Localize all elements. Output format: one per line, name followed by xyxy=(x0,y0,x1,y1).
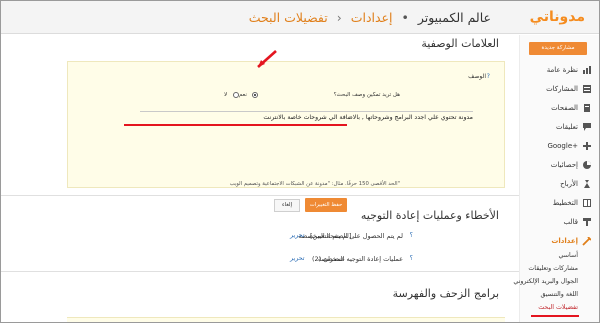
overview-icon xyxy=(582,66,591,75)
radio-no-label: لا xyxy=(224,92,228,98)
blogger-window: مدوناتي تفضيلات البحث › إعدادات • عالم ا… xyxy=(0,0,600,323)
description-help-text: الحد الأقصى 150 حرفًا. مثال: "مدونة عن ا… xyxy=(229,181,400,187)
crawlers-panel xyxy=(67,317,505,322)
errors-title: الأخطاء وعمليات إعادة التوجيه xyxy=(360,209,499,222)
top-bar: مدوناتي تفضيلات البحث › إعدادات • عالم ا… xyxy=(1,1,599,34)
meta-tags-panel: الوصف هل تريد تمكين وصف البحث؟ ? نعم لا … xyxy=(67,61,505,188)
sidebar-item-stats[interactable]: إحصائيات xyxy=(521,158,591,172)
radio-no[interactable] xyxy=(233,92,239,98)
settings-icon xyxy=(582,236,591,246)
sidebar-item-pages[interactable]: الصفحات xyxy=(521,101,591,115)
main-content: العلامات الوصفية الوصف هل تريد تمكين وصف… xyxy=(1,35,519,322)
sidebar-item-overview[interactable]: نظرة عامة xyxy=(521,63,591,77)
breadcrumb-settings[interactable]: إعدادات xyxy=(351,10,393,25)
custom-redirects-help-icon[interactable]: ؟ xyxy=(410,255,413,262)
layout-icon xyxy=(582,199,591,208)
earnings-icon xyxy=(582,180,591,189)
meta-tags-title: العلامات الوصفية xyxy=(421,37,499,50)
sidebar-item-template[interactable]: قالب xyxy=(521,215,591,229)
help-icon[interactable]: ? xyxy=(487,73,490,80)
save-changes-button[interactable]: حفظ التغييرات xyxy=(305,198,347,212)
sidebar-sub-mobile-email[interactable]: الجوال والبريد الإلكتروني xyxy=(513,278,578,285)
red-underline-annotation xyxy=(124,124,347,126)
enable-description-question: هل تريد تمكين وصف البحث؟ xyxy=(333,92,400,98)
sidebar-sub-posts-comments[interactable]: مشاركات وتعليقات xyxy=(528,265,578,272)
sidebar-sub-search-preferences[interactable]: تفضيلات البحث xyxy=(538,304,578,311)
custom-404-help-icon[interactable]: ؟ xyxy=(410,232,413,239)
red-arrow-annotation xyxy=(257,50,277,68)
breadcrumb-blog-name[interactable]: عالم الكمبيوتر xyxy=(418,10,491,25)
section-divider-crawlers xyxy=(1,271,519,272)
breadcrumb-separator: › xyxy=(336,10,342,25)
custom-404-edit-link[interactable]: تحرير xyxy=(290,232,305,239)
sidebar-item-comments[interactable]: تعليقات xyxy=(521,120,591,134)
posts-icon xyxy=(582,85,591,94)
sidebar-item-google-plus[interactable]: Google+ xyxy=(521,139,591,153)
description-label: الوصف xyxy=(468,73,486,80)
custom-redirects-value: عنصران (2) xyxy=(312,255,345,263)
sidebar-sub-language[interactable]: اللغة والتنسيق xyxy=(541,291,578,298)
sidebar-red-underline-annotation xyxy=(531,315,579,317)
radio-yes-label: نعم xyxy=(239,92,247,98)
new-post-button[interactable]: مشاركة جديدة xyxy=(529,42,587,55)
sidebar-item-settings[interactable]: إعدادات xyxy=(521,234,591,248)
google-plus-icon xyxy=(582,142,591,151)
custom-redirects-edit-link[interactable]: تحرير xyxy=(290,255,305,262)
radio-yes[interactable] xyxy=(252,92,258,98)
comments-icon xyxy=(582,123,591,132)
description-textarea[interactable]: مدونة تحتوي علي اجدد البرامج وشروحاتها ,… xyxy=(140,111,473,173)
cancel-button[interactable]: إلغاء xyxy=(274,199,300,212)
crawlers-title: برامج الزحف والفهرسة xyxy=(392,287,499,300)
description-text: مدونة تحتوي علي اجدد البرامج وشروحاتها ,… xyxy=(263,114,473,121)
sidebar-item-earnings[interactable]: الأرباح xyxy=(521,177,591,191)
section-divider-errors xyxy=(1,195,519,196)
sidebar-item-posts[interactable]: المشاركات xyxy=(521,82,591,96)
sidebar-item-layout[interactable]: التخطيط xyxy=(521,196,591,210)
sidebar: مشاركة جديدة نظرة عامة المشاركات الصفحات… xyxy=(513,35,599,322)
template-icon xyxy=(582,218,591,227)
breadcrumb-dot: • xyxy=(401,10,409,25)
sidebar-sub-basic[interactable]: أساسي xyxy=(559,252,578,259)
stats-icon xyxy=(582,161,591,170)
brand-title[interactable]: مدوناتي xyxy=(530,9,585,25)
breadcrumb-search-preferences: تفضيلات البحث xyxy=(248,10,328,25)
custom-404-value: [لم يتم التعيين] xyxy=(310,232,352,240)
pages-icon xyxy=(582,104,591,113)
breadcrumb: تفضيلات البحث › إعدادات • عالم الكمبيوتر xyxy=(249,10,491,25)
